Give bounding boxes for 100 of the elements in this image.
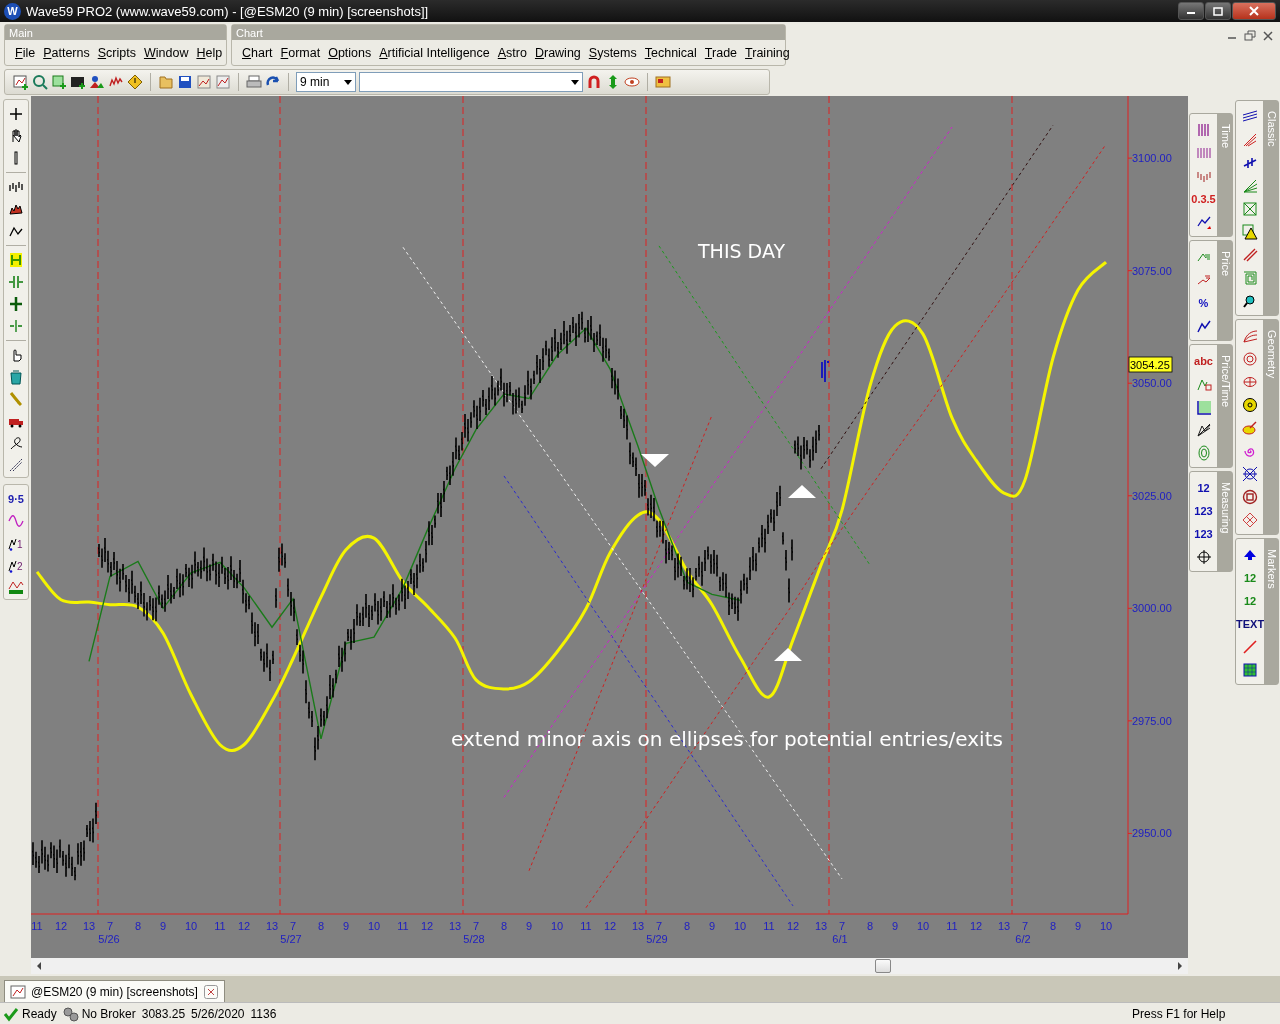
tool-glyph[interactable]: 12 (1243, 570, 1257, 586)
trash-icon[interactable] (8, 369, 24, 385)
gears-icon (62, 1005, 79, 1022)
restore-icon[interactable] (1242, 28, 1258, 44)
time-axis-label: 7 (1021, 920, 1029, 932)
time-axis-label: 8 (683, 920, 691, 932)
tool-glyph[interactable]: % (1198, 295, 1209, 311)
tool-glyph[interactable]: TEXT (1236, 616, 1265, 632)
bracket-icon[interactable] (8, 252, 24, 268)
eye-icon[interactable] (624, 74, 640, 90)
menu-item[interactable]: Systems (584, 45, 641, 60)
scrollbar-thumb[interactable] (875, 959, 891, 973)
time-axis-label: 12 (237, 920, 251, 932)
menu-item[interactable]: Chart (238, 45, 277, 60)
crosshair-icon[interactable] (1195, 549, 1212, 565)
box-grid-icon[interactable] (1241, 201, 1258, 217)
close-button[interactable] (1232, 2, 1276, 20)
split-arrows-icon[interactable] (8, 274, 24, 290)
tool-glyph[interactable]: 9·5 (8, 491, 24, 507)
price-axis-label: 3100.00 (1132, 152, 1172, 165)
menu-item[interactable]: Drawing (530, 45, 585, 60)
printer-icon[interactable] (246, 74, 262, 90)
panel-title: Markers (1264, 539, 1278, 684)
interval-dropdown[interactable]: 9 min (296, 72, 356, 92)
zigzag-icon[interactable] (1195, 318, 1212, 334)
menu-item[interactable]: Patterns (39, 45, 94, 60)
menu-item[interactable]: Artificial Intelligence (375, 45, 494, 60)
warning-icon[interactable] (127, 74, 143, 90)
buy-triangle (774, 648, 802, 661)
symbol-combobox[interactable] (359, 72, 583, 92)
tool-glyph[interactable]: 12 (1243, 593, 1257, 609)
cross-tool-icon[interactable] (1241, 155, 1258, 171)
time-axis-label: 9 (1074, 920, 1082, 932)
grid-square-icon[interactable] (1242, 662, 1259, 678)
maximize-button[interactable] (1205, 2, 1231, 20)
menu-item[interactable]: File (11, 45, 40, 60)
grid-box-icon[interactable] (1195, 399, 1212, 415)
flower-icon[interactable] (1241, 397, 1258, 413)
menu-item[interactable]: Help (192, 45, 227, 60)
square-spiral-icon[interactable] (1241, 270, 1258, 286)
vertical-bars-icon[interactable] (1195, 122, 1212, 138)
compress-arrows-icon[interactable] (8, 318, 24, 334)
time-axis-label: 8 (317, 920, 325, 932)
chart-page-icon[interactable] (215, 74, 231, 90)
pyramid-icon[interactable] (1241, 224, 1258, 240)
channel-icon[interactable] (8, 579, 24, 595)
double-lines-icon[interactable] (1241, 247, 1258, 263)
price-axis-label: 3000.00 (1132, 602, 1172, 615)
menu-item[interactable]: Options (324, 45, 376, 60)
magnet-icon[interactable] (586, 74, 602, 90)
ellipse-arrow-icon[interactable] (1241, 420, 1258, 436)
zoom-icon[interactable] (32, 74, 48, 90)
menu-item[interactable]: Window (139, 45, 193, 60)
cross-icon[interactable] (8, 106, 24, 122)
status-text: Ready (22, 1006, 57, 1021)
pitchfork-icon[interactable] (1241, 132, 1258, 148)
web-icon[interactable] (1241, 466, 1258, 482)
caret-icon (344, 79, 352, 85)
panel-icon[interactable] (655, 74, 671, 90)
diamond-icon[interactable] (1241, 512, 1258, 528)
diagonal-line-icon[interactable] (1242, 639, 1259, 655)
tool-glyph[interactable]: 0.3.5 (1191, 191, 1216, 207)
tool-glyph[interactable]: 123 (1194, 503, 1213, 519)
menu-item[interactable]: Astro (493, 45, 531, 60)
fan-lines-icon[interactable] (1195, 422, 1212, 438)
move-arrows-icon[interactable] (8, 296, 24, 312)
menu-item[interactable]: Trade (700, 45, 742, 60)
parallel-lines-icon[interactable] (1241, 109, 1258, 125)
fan-icon[interactable] (1241, 178, 1258, 194)
tool-glyph[interactable]: 123 (1194, 526, 1213, 542)
minimize-button[interactable] (1178, 2, 1204, 20)
save-icon[interactable] (177, 74, 193, 90)
chart-tab[interactable]: @ESM20 (9 min) [screenshots] (4, 980, 225, 1002)
tool-glyph[interactable]: abc (1194, 353, 1213, 369)
sine-wave-icon[interactable] (8, 513, 24, 529)
line-arrow-icon[interactable] (1195, 214, 1212, 230)
time-axis-label: 7 (472, 920, 480, 932)
chart-page-icon[interactable] (196, 74, 212, 90)
target-icon[interactable] (1241, 351, 1258, 367)
new-chart-icon[interactable] (13, 74, 29, 90)
menu-item[interactable]: Scripts (93, 45, 140, 60)
bar-chart-icon[interactable] (8, 179, 24, 195)
time-axis-label: 11 (214, 920, 226, 932)
wrench-icon[interactable] (8, 391, 24, 407)
terminal-icon[interactable] (70, 74, 86, 90)
loop-icon[interactable] (8, 435, 24, 451)
magnifier-icon[interactable] (1241, 293, 1258, 309)
oval-rings-icon[interactable] (1195, 445, 1212, 461)
dashed-line-icon[interactable] (8, 457, 24, 473)
close-icon[interactable] (202, 983, 219, 1000)
arcs-icon[interactable] (1241, 328, 1258, 344)
ellipse-icon[interactable] (1241, 374, 1258, 390)
time-axis-label: 13 (814, 920, 828, 932)
menu-item[interactable]: Format (276, 45, 325, 60)
square-target-icon[interactable] (1241, 489, 1258, 505)
chart-icon[interactable] (10, 983, 26, 1000)
menu-item[interactable]: Training (741, 45, 794, 60)
menu-item[interactable]: Technical (640, 45, 701, 60)
tool-glyph[interactable]: 12 (1197, 480, 1210, 496)
time-axis-label: 7 (838, 920, 846, 932)
